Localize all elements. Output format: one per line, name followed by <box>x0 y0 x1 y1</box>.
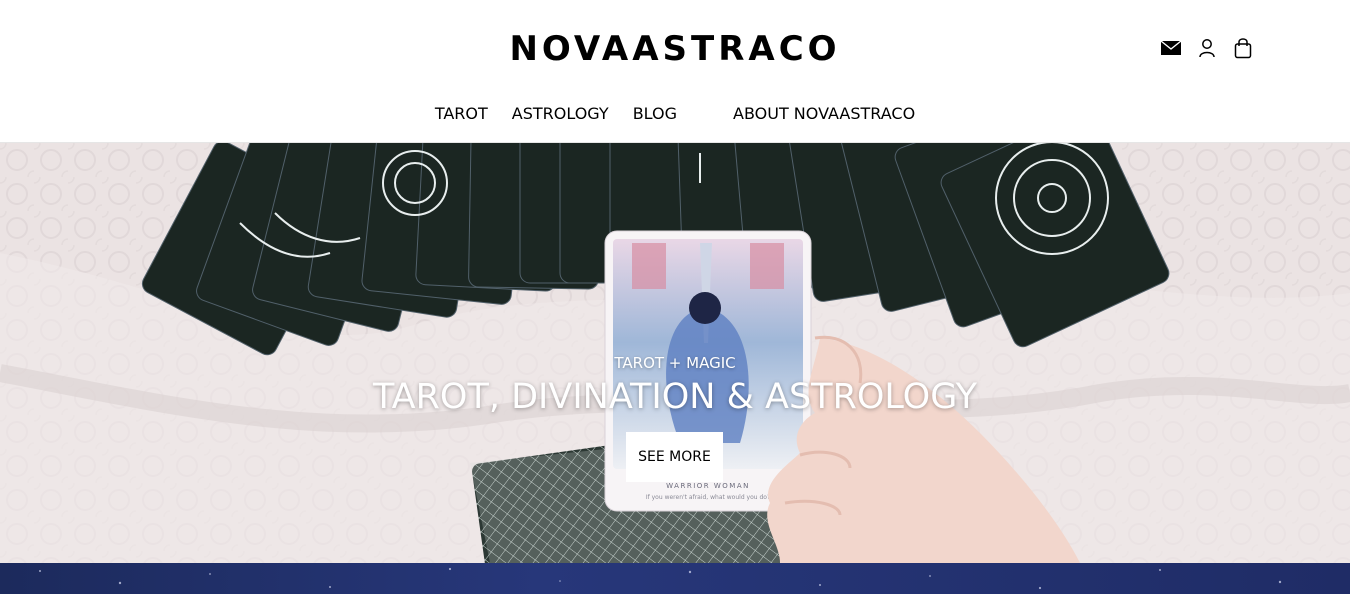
site-header: NOVAASTRACO TAROT ASTROLOGY BLOG ABOUT N… <box>0 0 1350 143</box>
starry-section-strip <box>0 563 1350 594</box>
cart-icon[interactable] <box>1232 37 1254 59</box>
hero-title: TAROT, DIVINATION & ASTROLOGY <box>373 377 977 417</box>
hero-subtitle: TAROT + MAGIC <box>614 354 736 372</box>
card-caption: WARRIOR WOMAN <box>666 482 750 490</box>
hero-banner: WARRIOR WOMAN If you weren't afraid, wha… <box>0 143 1350 563</box>
account-icon[interactable] <box>1196 37 1218 59</box>
card-quote: If you weren't afraid, what would you do… <box>646 494 770 501</box>
nav-item-tarot[interactable]: TAROT <box>435 104 488 124</box>
nav-item-about[interactable]: ABOUT NOVAASTRACO <box>733 104 915 124</box>
main-nav: TAROT ASTROLOGY BLOG ABOUT NOVAASTRACO <box>0 104 1350 124</box>
nav-item-astrology[interactable]: ASTROLOGY <box>512 104 609 124</box>
see-more-button[interactable]: SEE MORE <box>626 432 723 482</box>
header-icons <box>1160 37 1254 59</box>
mail-icon[interactable] <box>1160 37 1182 59</box>
site-logo[interactable]: NOVAASTRACO <box>0 28 1350 70</box>
nav-item-blog[interactable]: BLOG <box>633 104 677 124</box>
